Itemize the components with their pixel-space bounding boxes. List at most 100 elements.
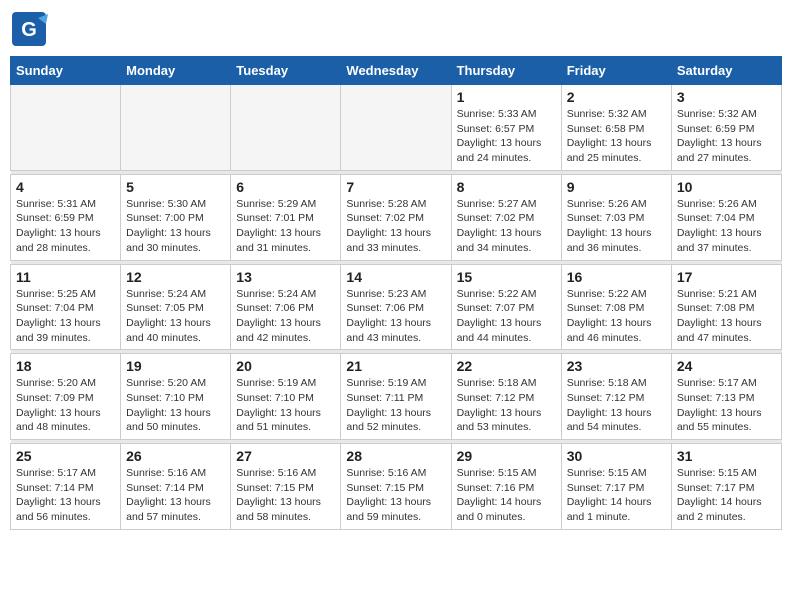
day-info: Sunrise: 5:24 AMSunset: 7:06 PMDaylight:… [236,287,335,346]
day-info: Sunrise: 5:17 AMSunset: 7:14 PMDaylight:… [16,466,115,525]
calendar-day-cell: 10 Sunrise: 5:26 AMSunset: 7:04 PMDayligh… [671,174,781,260]
day-number: 20 [236,358,335,374]
day-info: Sunrise: 5:20 AMSunset: 7:10 PMDaylight:… [126,376,225,435]
day-info: Sunrise: 5:26 AMSunset: 7:03 PMDaylight:… [567,197,666,256]
day-number: 5 [126,179,225,195]
calendar-table: Sunday Monday Tuesday Wednesday Thursday… [10,56,782,530]
weekday-header-row: Sunday Monday Tuesday Wednesday Thursday… [11,57,782,85]
calendar-day-cell: 4 Sunrise: 5:31 AMSunset: 6:59 PMDaylight… [11,174,121,260]
day-info: Sunrise: 5:26 AMSunset: 7:04 PMDaylight:… [677,197,776,256]
calendar-day-cell: 11Sunrise: 5:25 AMSunset: 7:04 PMDayligh… [11,264,121,350]
day-number: 4 [16,179,115,195]
day-info: Sunrise: 5:18 AMSunset: 7:12 PMDaylight:… [567,376,666,435]
day-info: Sunrise: 5:24 AMSunset: 7:05 PMDaylight:… [126,287,225,346]
day-info: Sunrise: 5:32 AMSunset: 6:58 PMDaylight:… [567,107,666,166]
header-thursday: Thursday [451,57,561,85]
calendar-day-cell: 15Sunrise: 5:22 AMSunset: 7:07 PMDayligh… [451,264,561,350]
calendar-day-cell: 13 Sunrise: 5:24 AMSunset: 7:06 PMDayligh… [231,264,341,350]
day-info: Sunrise: 5:30 AMSunset: 7:00 PMDaylight:… [126,197,225,256]
header-monday: Monday [121,57,231,85]
calendar-day-cell: 23Sunrise: 5:18 AMSunset: 7:12 PMDayligh… [561,354,671,440]
day-info: Sunrise: 5:28 AMSunset: 7:02 PMDaylight:… [346,197,445,256]
calendar-day-cell: 8Sunrise: 5:27 AMSunset: 7:02 PMDaylight… [451,174,561,260]
day-number: 3 [677,89,776,105]
day-number: 1 [457,89,556,105]
day-info: Sunrise: 5:16 AMSunset: 7:15 PMDaylight:… [236,466,335,525]
day-number: 9 [567,179,666,195]
calendar-day-cell: 19 Sunrise: 5:20 AMSunset: 7:10 PMDayligh… [121,354,231,440]
header-tuesday: Tuesday [231,57,341,85]
calendar-day-cell: 29 Sunrise: 5:15 AMSunset: 7:16 PMDayligh… [451,444,561,530]
calendar-day-cell: 26 Sunrise: 5:16 AMSunset: 7:14 PMDayligh… [121,444,231,530]
calendar-day-cell [231,85,341,171]
calendar-week-row: 25 Sunrise: 5:17 AMSunset: 7:14 PMDayligh… [11,444,782,530]
day-number: 2 [567,89,666,105]
day-number: 29 [457,448,556,464]
day-info: Sunrise: 5:19 AMSunset: 7:11 PMDaylight:… [346,376,445,435]
calendar-day-cell [11,85,121,171]
day-info: Sunrise: 5:32 AMSunset: 6:59 PMDaylight:… [677,107,776,166]
header: G [10,10,782,48]
calendar-day-cell [121,85,231,171]
day-info: Sunrise: 5:17 AMSunset: 7:13 PMDaylight:… [677,376,776,435]
calendar-day-cell: 17 Sunrise: 5:21 AMSunset: 7:08 PMDayligh… [671,264,781,350]
day-number: 21 [346,358,445,374]
day-info: Sunrise: 5:18 AMSunset: 7:12 PMDaylight:… [457,376,556,435]
header-wednesday: Wednesday [341,57,451,85]
calendar-week-row: 4 Sunrise: 5:31 AMSunset: 6:59 PMDaylight… [11,174,782,260]
calendar-day-cell: 6 Sunrise: 5:29 AMSunset: 7:01 PMDaylight… [231,174,341,260]
day-info: Sunrise: 5:21 AMSunset: 7:08 PMDaylight:… [677,287,776,346]
page-container: G Sunday Monday Tuesday Wednesday Thursd… [10,10,782,530]
calendar-week-row: 11Sunrise: 5:25 AMSunset: 7:04 PMDayligh… [11,264,782,350]
day-number: 26 [126,448,225,464]
header-saturday: Saturday [671,57,781,85]
day-number: 18 [16,358,115,374]
calendar-day-cell: 3 Sunrise: 5:32 AMSunset: 6:59 PMDaylight… [671,85,781,171]
day-info: Sunrise: 5:23 AMSunset: 7:06 PMDaylight:… [346,287,445,346]
calendar-day-cell: 1Sunrise: 5:33 AMSunset: 6:57 PMDaylight… [451,85,561,171]
calendar-day-cell: 5 Sunrise: 5:30 AMSunset: 7:00 PMDaylight… [121,174,231,260]
day-info: Sunrise: 5:25 AMSunset: 7:04 PMDaylight:… [16,287,115,346]
day-number: 17 [677,269,776,285]
day-info: Sunrise: 5:16 AMSunset: 7:15 PMDaylight:… [346,466,445,525]
logo: G [10,10,52,48]
day-info: Sunrise: 5:29 AMSunset: 7:01 PMDaylight:… [236,197,335,256]
day-number: 24 [677,358,776,374]
day-number: 28 [346,448,445,464]
day-number: 30 [567,448,666,464]
day-info: Sunrise: 5:15 AMSunset: 7:17 PMDaylight:… [567,466,666,525]
header-sunday: Sunday [11,57,121,85]
day-number: 25 [16,448,115,464]
calendar-day-cell: 27 Sunrise: 5:16 AMSunset: 7:15 PMDayligh… [231,444,341,530]
day-number: 19 [126,358,225,374]
calendar-day-cell: 12Sunrise: 5:24 AMSunset: 7:05 PMDayligh… [121,264,231,350]
calendar-day-cell: 18Sunrise: 5:20 AMSunset: 7:09 PMDayligh… [11,354,121,440]
day-info: Sunrise: 5:31 AMSunset: 6:59 PMDaylight:… [16,197,115,256]
calendar-day-cell: 28 Sunrise: 5:16 AMSunset: 7:15 PMDayligh… [341,444,451,530]
calendar-day-cell: 22 Sunrise: 5:18 AMSunset: 7:12 PMDayligh… [451,354,561,440]
logo-icon: G [10,10,48,48]
day-number: 27 [236,448,335,464]
calendar-day-cell [341,85,451,171]
calendar-day-cell: 2 Sunrise: 5:32 AMSunset: 6:58 PMDaylight… [561,85,671,171]
day-info: Sunrise: 5:19 AMSunset: 7:10 PMDaylight:… [236,376,335,435]
day-number: 10 [677,179,776,195]
calendar-day-cell: 31Sunrise: 5:15 AMSunset: 7:17 PMDayligh… [671,444,781,530]
day-info: Sunrise: 5:16 AMSunset: 7:14 PMDaylight:… [126,466,225,525]
day-number: 6 [236,179,335,195]
day-info: Sunrise: 5:22 AMSunset: 7:07 PMDaylight:… [457,287,556,346]
calendar-day-cell: 20 Sunrise: 5:19 AMSunset: 7:10 PMDayligh… [231,354,341,440]
day-number: 8 [457,179,556,195]
svg-text:G: G [21,19,37,41]
day-info: Sunrise: 5:15 AMSunset: 7:16 PMDaylight:… [457,466,556,525]
day-number: 31 [677,448,776,464]
day-number: 16 [567,269,666,285]
day-number: 13 [236,269,335,285]
day-number: 22 [457,358,556,374]
calendar-day-cell: 14Sunrise: 5:23 AMSunset: 7:06 PMDayligh… [341,264,451,350]
header-friday: Friday [561,57,671,85]
calendar-day-cell: 9 Sunrise: 5:26 AMSunset: 7:03 PMDaylight… [561,174,671,260]
calendar-day-cell: 25 Sunrise: 5:17 AMSunset: 7:14 PMDayligh… [11,444,121,530]
calendar-day-cell: 7Sunrise: 5:28 AMSunset: 7:02 PMDaylight… [341,174,451,260]
calendar-day-cell: 16Sunrise: 5:22 AMSunset: 7:08 PMDayligh… [561,264,671,350]
